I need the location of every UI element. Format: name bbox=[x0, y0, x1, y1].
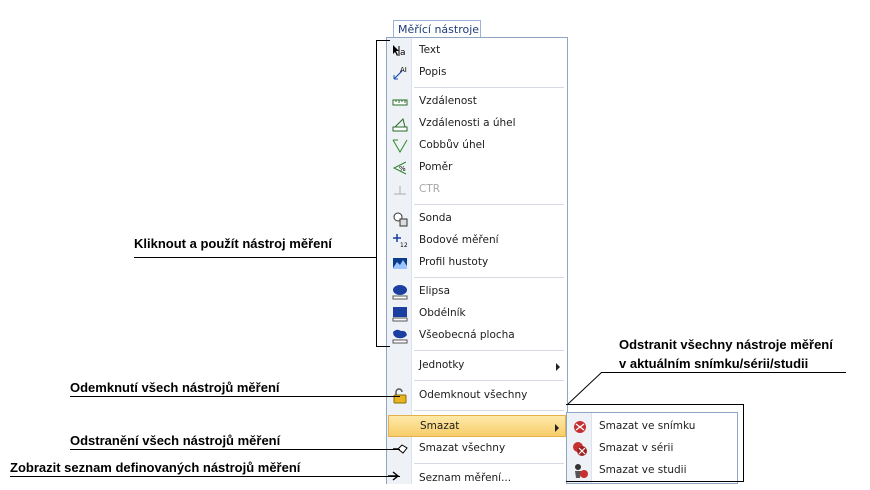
freehand-area-icon bbox=[392, 328, 408, 344]
menu-separator bbox=[414, 350, 564, 351]
text-annotation-icon: a bbox=[392, 43, 408, 59]
menu-separator bbox=[414, 410, 564, 411]
submenu-item-smazat-v-serii[interactable]: Smazat v sérii bbox=[568, 438, 736, 460]
menu-item-smazat-vsechny[interactable]: Smazat všechny bbox=[388, 438, 566, 460]
menu-item-vzdalenost[interactable]: Vzdálenost bbox=[388, 91, 566, 113]
svg-text:12: 12 bbox=[400, 242, 408, 249]
label-annotation-icon: AI bbox=[392, 65, 408, 81]
menu-item-elipsa[interactable]: Elipsa bbox=[388, 281, 566, 303]
submenu-item-smazat-ve-snimku[interactable]: Smazat ve snímku bbox=[568, 416, 736, 438]
point-measure-icon: 12 bbox=[392, 233, 408, 249]
callout-pointer-line bbox=[567, 372, 603, 405]
distance-angle-icon bbox=[392, 116, 408, 132]
menu-item-sonda[interactable]: Sonda bbox=[388, 208, 566, 230]
bracket-line bbox=[376, 346, 390, 347]
ctr-icon bbox=[392, 182, 408, 198]
ellipse-icon bbox=[392, 284, 408, 300]
delete-submenu: Smazat ve snímku Smazat v sérii Smazat v… bbox=[566, 412, 738, 484]
callout-remove-line2: v aktuálním snímku/sérii/studii bbox=[619, 356, 809, 371]
menu-item-obdelnik[interactable]: Obdélník bbox=[388, 303, 566, 325]
callout-click-use: Kliknout a použít nástroj měření bbox=[134, 236, 332, 251]
menu-item-ctr[interactable]: CTR bbox=[388, 179, 566, 201]
menu-item-smazat[interactable]: Smazat bbox=[388, 415, 566, 437]
svg-text:AI: AI bbox=[400, 66, 407, 74]
delete-study-icon bbox=[572, 463, 588, 479]
menu-item-vzdalenosti-a-uhel[interactable]: Vzdálenosti a úhel bbox=[388, 113, 566, 135]
delete-series-icon bbox=[572, 441, 588, 457]
probe-icon bbox=[392, 211, 408, 227]
bracket-line bbox=[566, 481, 744, 482]
ruler-icon bbox=[392, 94, 408, 110]
rectangle-icon bbox=[392, 306, 408, 322]
bracket-line bbox=[566, 404, 744, 405]
menu-item-seznam-mereni[interactable]: Seznam měření... bbox=[388, 468, 566, 490]
menu-item-vseobecna-plocha[interactable]: Všeobecná plocha bbox=[388, 325, 566, 347]
menu-separator bbox=[414, 463, 564, 464]
submenu-item-smazat-ve-studii[interactable]: Smazat ve studii bbox=[568, 460, 736, 482]
callout-line bbox=[10, 476, 400, 477]
callout-list: Zobrazit seznam definovaných nástrojů mě… bbox=[10, 460, 301, 475]
callout-line bbox=[134, 257, 376, 258]
menu-item-text[interactable]: a Text bbox=[388, 40, 566, 62]
density-profile-icon bbox=[392, 255, 408, 271]
menu-item-bodove-mereni[interactable]: 12 Bodové měření bbox=[388, 230, 566, 252]
callout-line bbox=[601, 372, 846, 373]
arrow-right-icon bbox=[388, 471, 400, 481]
callout-line bbox=[70, 449, 400, 450]
callout-line bbox=[70, 396, 400, 397]
submenu-arrow-icon bbox=[555, 424, 559, 432]
bracket-line bbox=[743, 404, 744, 482]
menu-item-pomer[interactable]: % Poměr bbox=[388, 157, 566, 179]
svg-text:a: a bbox=[400, 48, 406, 58]
menu-separator bbox=[414, 204, 564, 205]
ratio-icon: % bbox=[392, 160, 408, 176]
menu-item-popis[interactable]: AI Popis bbox=[388, 62, 566, 84]
menu-item-odemknout-vsechny[interactable]: Odemknout všechny bbox=[388, 385, 566, 407]
submenu-arrow-icon bbox=[556, 363, 560, 371]
cobb-angle-icon bbox=[392, 138, 408, 154]
menu-item-jednotky[interactable]: Jednotky bbox=[388, 355, 566, 377]
measurement-tools-menu: a Text AI Popis Vzdálenost Vzdálenosti a… bbox=[386, 37, 568, 484]
menu-separator bbox=[414, 277, 564, 278]
svg-text:%: % bbox=[399, 165, 406, 173]
callout-delete-all: Odstranění všech nástrojů měření bbox=[70, 433, 281, 448]
delete-image-icon bbox=[572, 419, 588, 435]
menu-item-profil-hustoty[interactable]: Profil hustoty bbox=[388, 252, 566, 274]
menu-item-cobbuv-uhel[interactable]: Cobbův úhel bbox=[388, 135, 566, 157]
menu-title[interactable]: Měřící nástroje bbox=[393, 20, 481, 37]
bracket-line bbox=[376, 40, 377, 347]
callout-remove-line1: Odstranit všechny nástroje měření bbox=[619, 337, 833, 352]
menu-separator bbox=[414, 87, 564, 88]
callout-unlock: Odemknutí všech nástrojů měření bbox=[70, 380, 280, 395]
menu-separator bbox=[414, 380, 564, 381]
bracket-line bbox=[376, 40, 390, 41]
